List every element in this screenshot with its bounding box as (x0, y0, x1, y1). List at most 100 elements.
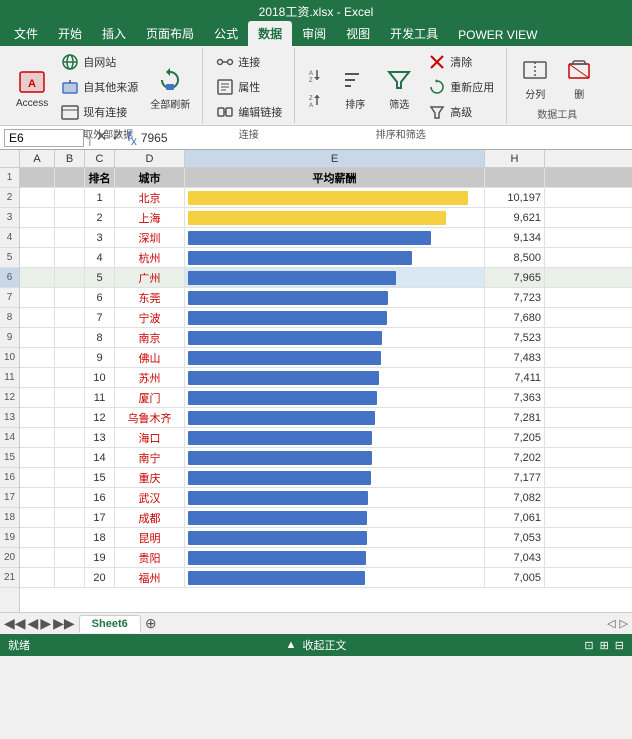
collapse-icon[interactable]: ▲ (286, 639, 297, 651)
row-header-9[interactable]: 9 (0, 328, 19, 348)
cell-rank-10[interactable]: 11 (85, 388, 115, 407)
cell-a-3[interactable] (20, 248, 55, 267)
cell-b-0[interactable] (55, 188, 85, 207)
cell-rank-18[interactable]: 19 (85, 548, 115, 567)
header-h[interactable] (485, 168, 545, 187)
cell-rank-0[interactable]: 1 (85, 188, 115, 207)
cell-a-0[interactable] (20, 188, 55, 207)
cell-b-4[interactable] (55, 268, 85, 287)
cell-rank-12[interactable]: 13 (85, 428, 115, 447)
header-salary[interactable]: 平均薪酬 (185, 168, 485, 187)
table-row[interactable]: 18 昆明 7,053 (20, 528, 632, 548)
cell-rank-5[interactable]: 6 (85, 288, 115, 307)
cell-bar-0[interactable] (185, 188, 485, 207)
cell-rank-2[interactable]: 3 (85, 228, 115, 247)
cell-a-1[interactable] (20, 208, 55, 227)
table-row[interactable]: 7 宁波 7,680 (20, 308, 632, 328)
cell-bar-3[interactable] (185, 248, 485, 267)
cell-salary-18[interactable]: 7,043 (485, 548, 545, 567)
sort-button[interactable]: 排序 (335, 62, 375, 113)
cell-salary-10[interactable]: 7,363 (485, 388, 545, 407)
sort-az-button[interactable]: AZ (303, 63, 331, 87)
cell-city-17[interactable]: 昆明 (115, 528, 185, 547)
refresh-all-button[interactable]: 全部刷新 (146, 62, 194, 113)
row-header-17[interactable]: 17 (0, 488, 19, 508)
cell-salary-2[interactable]: 9,134 (485, 228, 545, 247)
filter-button[interactable]: 筛选 (379, 62, 419, 113)
tab-review[interactable]: 审阅 (292, 21, 336, 46)
cell-a-6[interactable] (20, 308, 55, 327)
header-rank[interactable]: 排名 (85, 168, 115, 187)
row-header-18[interactable]: 18 (0, 508, 19, 528)
cell-salary-0[interactable]: 10,197 (485, 188, 545, 207)
cell-b-8[interactable] (55, 348, 85, 367)
sheet-tab-sheet6[interactable]: Sheet6 (79, 615, 141, 633)
cell-a-19[interactable] (20, 568, 55, 587)
cell-salary-15[interactable]: 7,082 (485, 488, 545, 507)
row-header-19[interactable]: 19 (0, 528, 19, 548)
cell-city-13[interactable]: 南宁 (115, 448, 185, 467)
col-header-b[interactable]: B (55, 150, 85, 167)
cell-city-4[interactable]: 广州 (115, 268, 185, 287)
cell-salary-6[interactable]: 7,680 (485, 308, 545, 327)
cell-rank-4[interactable]: 5 (85, 268, 115, 287)
cell-rank-9[interactable]: 10 (85, 368, 115, 387)
table-row[interactable]: 1 北京 10,197 (20, 188, 632, 208)
cell-b-12[interactable] (55, 428, 85, 447)
cell-b-16[interactable] (55, 508, 85, 527)
properties-button[interactable]: 属性 (211, 75, 286, 99)
cell-a-2[interactable] (20, 228, 55, 247)
edit-links-button[interactable]: 编辑链接 (211, 100, 286, 124)
cell-city-12[interactable]: 海口 (115, 428, 185, 447)
cell-city-8[interactable]: 佛山 (115, 348, 185, 367)
tab-data[interactable]: 数据 (248, 21, 292, 46)
cell-salary-12[interactable]: 7,205 (485, 428, 545, 447)
cell-rank-6[interactable]: 7 (85, 308, 115, 327)
cell-bar-17[interactable] (185, 528, 485, 547)
clear-button[interactable]: 清除 (423, 50, 498, 74)
col-header-h[interactable]: H (485, 150, 545, 167)
split-column-button[interactable]: 分列 (515, 52, 555, 103)
cell-bar-15[interactable] (185, 488, 485, 507)
row-header-7[interactable]: 7 (0, 288, 19, 308)
row-header-15[interactable]: 15 (0, 448, 19, 468)
cell-a-5[interactable] (20, 288, 55, 307)
sheet-nav-prev[interactable]: ◀ (28, 615, 39, 632)
cell-a-18[interactable] (20, 548, 55, 567)
cell-a-9[interactable] (20, 368, 55, 387)
tab-developer[interactable]: 开发工具 (380, 21, 448, 46)
cell-salary-17[interactable]: 7,053 (485, 528, 545, 547)
access-button[interactable]: A Access (12, 64, 52, 111)
cell-rank-14[interactable]: 15 (85, 468, 115, 487)
row-header-16[interactable]: 16 (0, 468, 19, 488)
cell-city-5[interactable]: 东莞 (115, 288, 185, 307)
cell-city-19[interactable]: 福州 (115, 568, 185, 587)
row-header-10[interactable]: 10 (0, 348, 19, 368)
row-header-20[interactable]: 20 (0, 548, 19, 568)
scroll-left[interactable]: ◁ (607, 617, 615, 630)
cell-city-6[interactable]: 宁波 (115, 308, 185, 327)
cell-a-17[interactable] (20, 528, 55, 547)
cell-b-17[interactable] (55, 528, 85, 547)
cell-salary-13[interactable]: 7,202 (485, 448, 545, 467)
sheet-nav-last[interactable]: ▶▶ (53, 615, 75, 632)
tab-formula[interactable]: 公式 (204, 21, 248, 46)
cell-city-7[interactable]: 南京 (115, 328, 185, 347)
table-row[interactable]: 4 杭州 8,500 (20, 248, 632, 268)
cell-b-13[interactable] (55, 448, 85, 467)
table-row[interactable]: 12 乌鲁木齐 7,281 (20, 408, 632, 428)
cell-city-2[interactable]: 深圳 (115, 228, 185, 247)
cell-rank-17[interactable]: 18 (85, 528, 115, 547)
existing-connections-button[interactable]: 现有连接 (56, 100, 142, 124)
cell-salary-7[interactable]: 7,523 (485, 328, 545, 347)
table-row[interactable]: 9 佛山 7,483 (20, 348, 632, 368)
cell-rank-19[interactable]: 20 (85, 568, 115, 587)
tab-home[interactable]: 开始 (48, 21, 92, 46)
cell-bar-8[interactable] (185, 348, 485, 367)
cell-salary-9[interactable]: 7,411 (485, 368, 545, 387)
cell-salary-11[interactable]: 7,281 (485, 408, 545, 427)
cell-a-12[interactable] (20, 428, 55, 447)
header-a[interactable] (20, 168, 55, 187)
insert-function-icon[interactable]: fx (127, 128, 137, 148)
cell-city-0[interactable]: 北京 (115, 188, 185, 207)
